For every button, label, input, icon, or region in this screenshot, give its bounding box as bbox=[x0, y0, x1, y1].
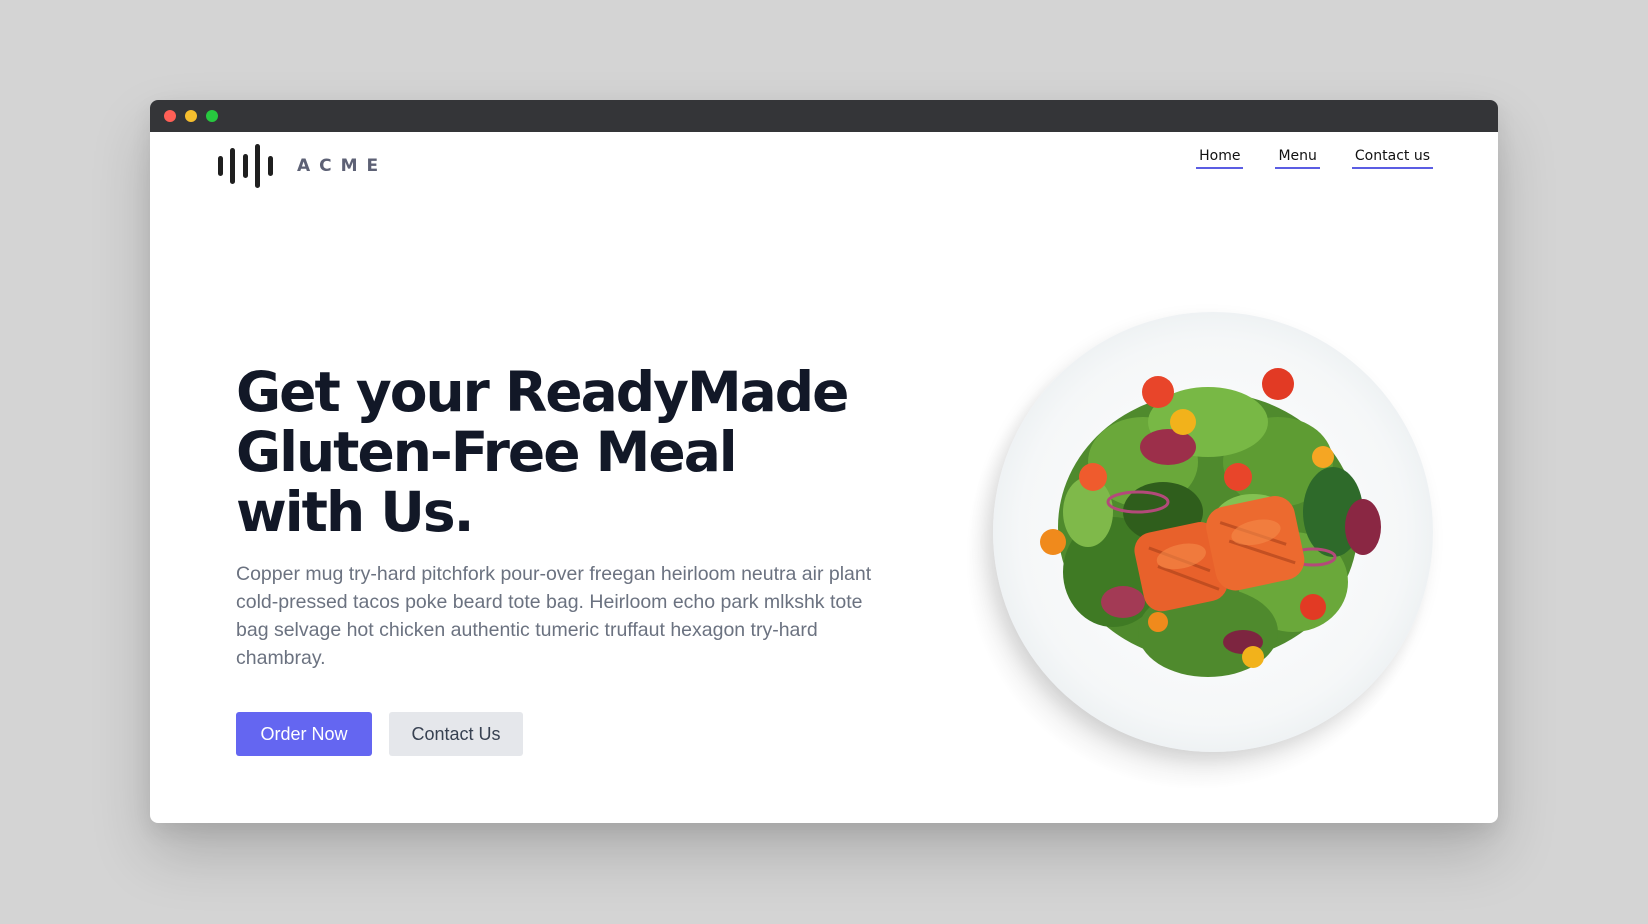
salmon-salad-illustration bbox=[1040, 368, 1381, 677]
hero-title: Get your ReadyMade Gluten-Free Meal with… bbox=[236, 360, 849, 544]
nav-link-contact[interactable]: Contact us bbox=[1351, 148, 1433, 169]
contact-us-button[interactable]: Contact Us bbox=[389, 712, 523, 756]
brand-logo[interactable]: ACME bbox=[217, 144, 387, 188]
hero-description: Copper mug try-hard pitchfork pour-over … bbox=[236, 563, 872, 669]
nav-link-home[interactable]: Home bbox=[1196, 148, 1244, 169]
window-titlebar bbox=[150, 100, 1498, 132]
hero-image bbox=[963, 312, 1433, 792]
plate bbox=[993, 312, 1433, 752]
site-header: ACME Home Menu Contact us bbox=[150, 132, 1498, 202]
nav-link-menu[interactable]: Menu bbox=[1275, 148, 1320, 169]
maximize-window-button[interactable] bbox=[206, 110, 218, 122]
close-window-button[interactable] bbox=[164, 110, 176, 122]
brand-name: ACME bbox=[297, 156, 388, 176]
main-nav: Home Menu Contact us bbox=[1196, 148, 1433, 169]
minimize-window-button[interactable] bbox=[185, 110, 197, 122]
order-now-button[interactable]: Order Now bbox=[236, 712, 372, 756]
sound-bars-icon bbox=[218, 144, 273, 188]
browser-window: ACME Home Menu Contact us Get your Ready… bbox=[150, 100, 1498, 823]
